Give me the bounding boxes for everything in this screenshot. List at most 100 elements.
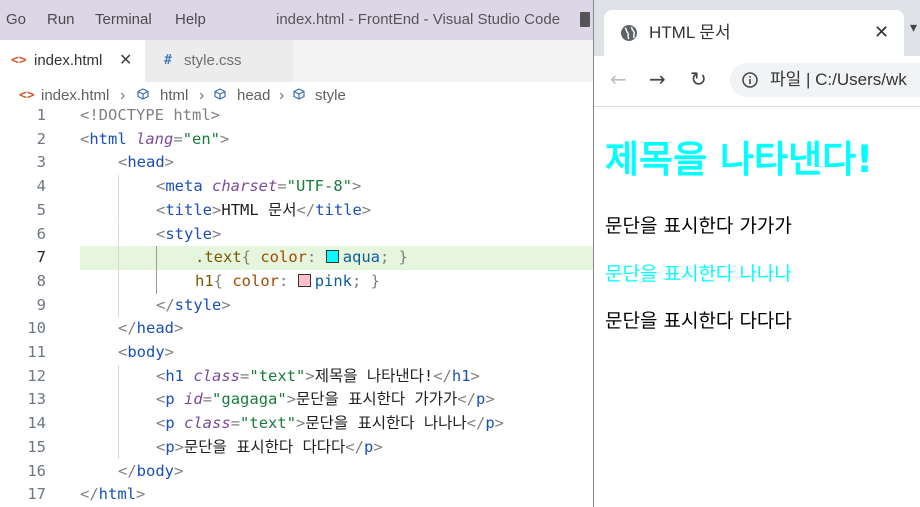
back-arrow-icon[interactable]: ← [610, 56, 627, 102]
code-text: <p id="gagaga">문단을 표시한다 가가가</p> [156, 388, 495, 412]
code-text: .text{ color: aqua; } [195, 246, 408, 270]
code-text: <p class="text">문단을 표시한다 나나나</p> [156, 412, 504, 436]
code-token: h1 [451, 366, 471, 385]
window-title: index.html - FrontEnd - Visual Studio Co… [276, 11, 561, 28]
code-token: = [230, 414, 241, 433]
code-token: < [156, 390, 166, 409]
code-token: 문단을 표시한다 다다다 [184, 437, 346, 456]
code-token: p [165, 390, 175, 409]
page-viewport: 제목을 나타낸다! 문단을 표시한다 가가가 문단을 표시한다 나나나 문단을 … [594, 107, 920, 507]
line-number: 2 [36, 129, 46, 148]
html-file-icon: <> [19, 88, 35, 103]
menu-help[interactable]: Help [175, 0, 206, 40]
code-token: > [361, 200, 372, 219]
code-token: > [221, 295, 231, 314]
code-token: title [165, 200, 213, 219]
code-token: </ [118, 319, 137, 338]
line-number: 13 [27, 390, 46, 409]
info-icon[interactable] [742, 72, 758, 88]
indent-guide [118, 222, 119, 247]
breadcrumb-style[interactable]: style [315, 86, 346, 106]
indent-guide [118, 435, 119, 460]
forward-arrow-icon[interactable]: → [649, 56, 666, 102]
code-token: HTML 문서 [221, 200, 297, 219]
code-line: 8 h1{ color: pink; } [0, 269, 593, 294]
code-token: < [156, 414, 166, 433]
code-token: pink [314, 271, 353, 290]
code-token: body [136, 461, 174, 480]
line-number: 15 [27, 437, 46, 456]
indent-guide [118, 293, 119, 318]
chevron-right-icon: › [199, 87, 205, 104]
code-token: p [485, 414, 495, 433]
code-text: </style> [156, 294, 231, 318]
code-token: </ [433, 366, 452, 385]
browser-tab[interactable]: HTML 문서 ✕ [604, 10, 904, 56]
chevron-down-icon[interactable]: ▾ [910, 20, 917, 36]
code-token: > [212, 200, 222, 219]
title-bar: Go Run Terminal Help index.html - FrontE… [0, 0, 593, 40]
code-token: ; } [352, 271, 381, 290]
code-token: > [373, 437, 383, 456]
layout-icon[interactable] [580, 12, 590, 27]
code-editor[interactable]: 1 <!DOCTYPE html> 2 <html lang="en"> 3 <… [0, 104, 593, 507]
code-line-active: 7 .text{ color: aqua; } [0, 246, 593, 270]
element-cube-icon [293, 88, 305, 100]
code-token: lang [126, 129, 174, 148]
code-token: > [212, 224, 222, 243]
code-token: .text [195, 248, 242, 267]
code-token: > [286, 390, 297, 409]
line-number: 1 [36, 106, 46, 124]
menu-terminal[interactable]: Terminal [95, 0, 152, 40]
tab-index-html[interactable]: <> index.html ✕ [0, 40, 145, 82]
code-token: meta [165, 177, 203, 196]
code-line: 14 <p class="text">문단을 표시한다 나나나</p> [0, 412, 593, 436]
code-token: 제목을 나타낸다! [314, 366, 434, 385]
address-text: 파일 | C:/Users/wk [770, 70, 907, 89]
chevron-right-icon: › [120, 87, 126, 104]
close-icon[interactable]: ✕ [119, 40, 132, 82]
close-icon[interactable]: ✕ [874, 10, 889, 56]
breadcrumb-html[interactable]: html [160, 86, 188, 106]
tab-style-css[interactable]: # style.css [145, 40, 293, 82]
code-token: < [80, 129, 90, 148]
code-token: > [352, 177, 362, 196]
code-token: 문단을 표시한다 가가가 [296, 390, 458, 409]
code-token: < [156, 437, 166, 456]
code-token: : [279, 271, 298, 290]
paragraph: 문단을 표시한다 다다다 [605, 310, 792, 332]
breadcrumb-file[interactable]: index.html [41, 86, 109, 106]
reload-icon[interactable]: ↻ [690, 56, 707, 102]
code-text: <h1 class="text">제목을 나타낸다!</h1> [156, 365, 480, 389]
line-number: 14 [27, 414, 46, 433]
code-token: > [470, 366, 480, 385]
code-token: </ [457, 390, 476, 409]
code-token: < [156, 200, 166, 219]
code-token: > [494, 414, 504, 433]
code-token: { [241, 248, 261, 267]
indent-guide [118, 412, 119, 436]
html-file-icon: <> [11, 53, 27, 68]
code-token: = [202, 390, 213, 409]
code-line: 4 <meta charset="UTF-8"> [0, 175, 593, 199]
indent-guide [118, 246, 119, 270]
color-swatch-pink[interactable] [297, 273, 311, 287]
code-token: color [260, 248, 308, 267]
code-token: </ [156, 295, 175, 314]
menu-go[interactable]: Go [6, 0, 26, 40]
code-line: 11 <body> [0, 341, 593, 365]
color-swatch-aqua[interactable] [325, 250, 339, 264]
line-number: 7 [36, 248, 46, 267]
code-token: class [174, 414, 231, 433]
code-text: <!DOCTYPE html> [80, 106, 220, 124]
code-line: 17 </html> [0, 483, 593, 507]
breadcrumb-head[interactable]: head [237, 86, 270, 106]
code-token: < [156, 366, 166, 385]
code-token: < [156, 224, 166, 243]
menu-run[interactable]: Run [47, 0, 75, 40]
indent-guide [118, 388, 119, 413]
code-token: > [164, 343, 175, 361]
code-line: 1 <!DOCTYPE html> [0, 104, 593, 128]
address-bar[interactable]: 파일 | C:/Users/wk [730, 63, 920, 97]
editor-tabs: <> index.html ✕ # style.css [0, 40, 593, 82]
